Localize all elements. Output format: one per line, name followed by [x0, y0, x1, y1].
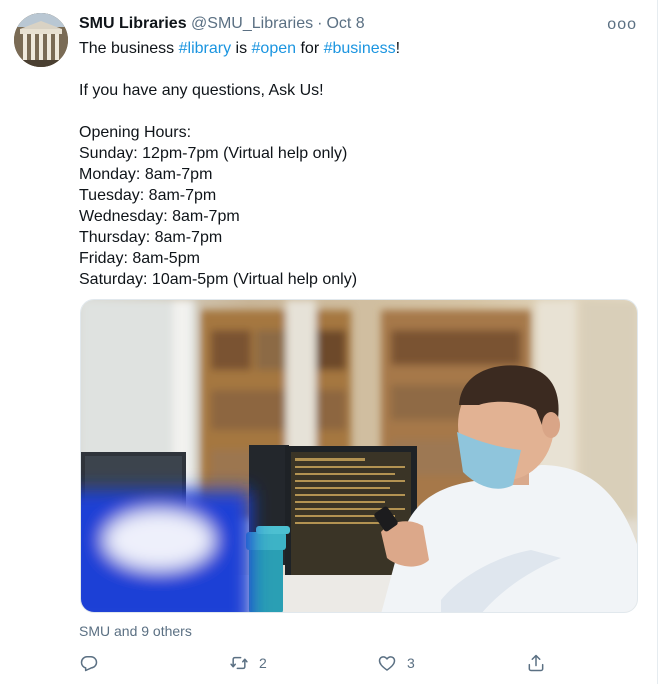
library-building-avatar-image: [14, 13, 68, 67]
like-button[interactable]: 3: [377, 651, 415, 675]
hashtag-open[interactable]: #open: [252, 40, 297, 57]
author-handle[interactable]: @SMU_Libraries: [191, 15, 313, 32]
share-button[interactable]: [526, 651, 546, 675]
hours-sunday: Sunday: 12pm-7pm (Virtual help only): [79, 145, 348, 162]
library-photo-image: [81, 300, 637, 612]
retweet-count: 2: [259, 655, 267, 671]
tweet-card[interactable]: SMU Libraries @SMU_Libraries · Oct 8 ooo T…: [0, 0, 658, 684]
hours-thursday: Thursday: 8am-7pm: [79, 229, 223, 246]
text-segment: The business: [79, 40, 179, 57]
avatar[interactable]: [14, 13, 68, 67]
author-name[interactable]: SMU Libraries: [79, 15, 187, 32]
tweet-actions: 2 3: [79, 651, 549, 675]
hashtag-library[interactable]: #library: [179, 40, 231, 57]
more-icon: ooo: [607, 16, 637, 33]
text-segment: is: [231, 40, 252, 57]
hours-wednesday: Wednesday: 8am-7pm: [79, 208, 240, 225]
tweet-header: SMU Libraries @SMU_Libraries · Oct 8: [79, 14, 365, 34]
hours-saturday: Saturday: 10am-5pm (Virtual help only): [79, 271, 358, 288]
retweet-button[interactable]: 2: [229, 651, 267, 675]
reply-button[interactable]: [79, 651, 99, 675]
tweet-line-1: The business #library is #open for #busi…: [79, 38, 639, 59]
heart-icon: [378, 656, 396, 671]
questions-line: If you have any questions, Ask Us!: [79, 82, 324, 99]
hours-friday: Friday: 8am-5pm: [79, 250, 200, 267]
reply-icon: [80, 656, 98, 672]
tweet-date[interactable]: Oct 8: [326, 15, 364, 32]
text-segment: !: [395, 40, 401, 57]
hours-tuesday: Tuesday: 8am-7pm: [79, 187, 217, 204]
retweet-icon: [230, 656, 248, 670]
tweet-text: The business #library is #open for #busi…: [79, 38, 639, 290]
tweet-photo[interactable]: [80, 299, 638, 613]
hours-monday: Monday: 8am-7pm: [79, 166, 213, 183]
like-count: 3: [407, 655, 415, 671]
more-options-button[interactable]: ooo: [607, 16, 637, 34]
liked-by-text[interactable]: SMU and 9 others: [79, 623, 192, 639]
share-icon: [528, 654, 544, 672]
text-segment: for: [296, 40, 324, 57]
separator-dot: ·: [317, 15, 323, 32]
hashtag-business[interactable]: #business: [324, 40, 396, 57]
hours-title: Opening Hours:: [79, 124, 192, 141]
